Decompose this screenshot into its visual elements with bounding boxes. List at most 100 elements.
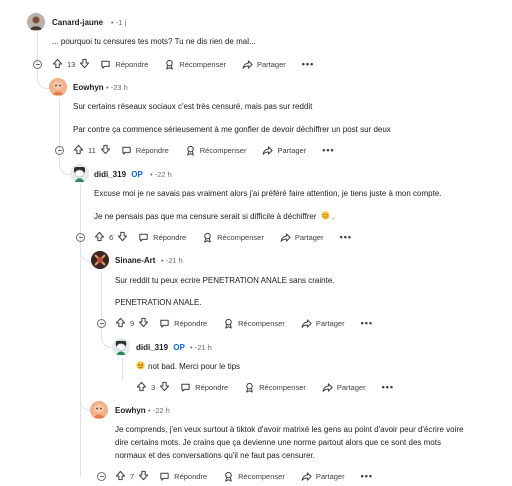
collapse-toggle[interactable]: [97, 472, 106, 481]
more-options-button[interactable]: •••: [302, 59, 314, 69]
comment-author[interactable]: Sinane-Art: [115, 256, 155, 265]
reply-button[interactable]: Répondre: [159, 318, 207, 329]
comment-text: not bad. Merci pour le tips: [136, 361, 240, 373]
downvote-icon[interactable]: [138, 470, 149, 483]
reply-label: Répondre: [153, 232, 187, 242]
award-button[interactable]: Récompenser: [202, 232, 264, 243]
vote-count: 7: [130, 471, 135, 481]
comment-author[interactable]: Canard-jaune: [52, 18, 103, 27]
share-button[interactable]: Partager: [322, 382, 366, 393]
downvote-icon[interactable]: [138, 317, 149, 330]
upvote-icon[interactable]: [115, 317, 126, 330]
reply-button[interactable]: Répondre: [121, 145, 169, 156]
upvote-icon[interactable]: [73, 144, 84, 157]
snoo-avatar-icon: [49, 78, 67, 96]
op-badge: OP: [173, 343, 185, 352]
award-label: Récompenser: [199, 145, 247, 155]
snoo-avatar-icon: [112, 338, 130, 356]
share-icon: [280, 232, 291, 243]
avatar[interactable]: [91, 251, 109, 269]
thread-line[interactable]: [101, 272, 102, 324]
collapse-toggle[interactable]: [97, 319, 106, 328]
collapse-toggle[interactable]: [33, 60, 42, 69]
share-button[interactable]: Partager: [242, 59, 286, 70]
comment-text: Excuse moi je ne savais pas vraiment alo…: [94, 189, 442, 198]
comment-actions: 11 Répondre Récompenser Partager •••: [73, 143, 335, 157]
thread-line[interactable]: [59, 98, 60, 150]
award-button[interactable]: Récompenser: [223, 471, 285, 482]
reply-label: Répondre: [174, 318, 208, 328]
share-label: Partager: [336, 382, 366, 392]
comment-text-line: Je ne pensais pas que ma censure serait …: [94, 212, 317, 221]
more-options-button[interactable]: •••: [322, 145, 334, 155]
share-button[interactable]: Partager: [301, 471, 345, 482]
avatar[interactable]: [49, 78, 67, 96]
thread-line[interactable]: [80, 185, 81, 237]
share-button[interactable]: Partager: [301, 318, 345, 329]
reply-button[interactable]: Répondre: [138, 232, 186, 243]
share-label: Partager: [294, 232, 324, 242]
share-icon: [301, 471, 312, 482]
reply-label: Répondre: [174, 471, 208, 481]
author-name[interactable]: didi_319: [94, 170, 126, 179]
avatar[interactable]: [112, 338, 130, 356]
share-button[interactable]: Partager: [262, 145, 306, 156]
downvote-icon[interactable]: [117, 231, 128, 244]
share-icon: [262, 145, 273, 156]
reply-button[interactable]: Répondre: [100, 59, 148, 70]
more-options-button[interactable]: •••: [382, 382, 394, 392]
thread-line[interactable]: [122, 358, 123, 380]
comment-text: Par contre ça commence sérieusement à me…: [73, 125, 391, 134]
share-label: Partager: [315, 471, 345, 481]
reply-icon: [138, 232, 149, 243]
award-button[interactable]: Récompenser: [185, 145, 247, 156]
snoo-avatar-icon: [90, 401, 108, 419]
award-button[interactable]: Récompenser: [244, 382, 306, 393]
award-label: Récompenser: [179, 59, 226, 69]
comment-text: PENETRATION ANALE.: [115, 298, 202, 307]
author-name[interactable]: didi_319: [136, 343, 168, 352]
upvote-icon[interactable]: [94, 231, 105, 244]
upvote-icon[interactable]: [136, 381, 147, 394]
avatar[interactable]: [70, 164, 89, 183]
share-button[interactable]: Partager: [280, 232, 324, 243]
award-button[interactable]: Récompenser: [164, 59, 226, 70]
comment-author[interactable]: Eowhyn: [73, 83, 104, 92]
award-icon: [164, 59, 175, 70]
downvote-icon[interactable]: [100, 144, 111, 157]
downvote-icon[interactable]: [79, 58, 90, 71]
share-label: Partager: [315, 318, 345, 328]
downvote-icon[interactable]: [159, 381, 170, 394]
comment-author[interactable]: Eowhyn: [115, 406, 146, 415]
upvote-icon[interactable]: [52, 58, 63, 71]
reply-label: Répondre: [195, 382, 229, 392]
comment-text: Sur certains réseaux sociaux c'est très …: [73, 102, 313, 111]
reply-icon: [159, 318, 170, 329]
more-options-button[interactable]: •••: [361, 318, 373, 328]
comment-time: • -22 h: [150, 170, 172, 179]
reply-icon: [121, 145, 132, 156]
comment-actions: 13 Répondre Récompenser Partager •••: [52, 57, 314, 71]
share-icon: [301, 318, 312, 329]
thread-line[interactable]: [80, 246, 81, 478]
reply-button[interactable]: Répondre: [180, 382, 228, 393]
more-options-button[interactable]: •••: [361, 471, 373, 481]
reply-label: Répondre: [115, 59, 149, 69]
award-icon: [223, 318, 234, 329]
comment-actions: 6 Répondre Récompenser Partager •••: [94, 230, 352, 244]
award-button[interactable]: Récompenser: [223, 318, 285, 329]
collapse-toggle[interactable]: [76, 233, 85, 242]
reply-button[interactable]: Répondre: [159, 471, 207, 482]
award-label: Récompenser: [259, 382, 306, 392]
comment-actions: 7 Répondre Récompenser Partager •••: [115, 469, 373, 483]
op-badge: OP: [131, 170, 143, 179]
avatar[interactable]: [27, 13, 45, 31]
more-options-button[interactable]: •••: [340, 232, 352, 242]
collapse-toggle[interactable]: [55, 146, 64, 155]
upvote-icon[interactable]: [115, 470, 126, 483]
avatar[interactable]: [90, 401, 108, 419]
user-avatar-icon: [91, 251, 109, 269]
comment-author[interactable]: didi_319 OP: [94, 170, 143, 179]
comment-text-line: not bad. Merci pour le tips: [148, 362, 241, 371]
comment-author[interactable]: didi_319 OP: [136, 343, 185, 352]
